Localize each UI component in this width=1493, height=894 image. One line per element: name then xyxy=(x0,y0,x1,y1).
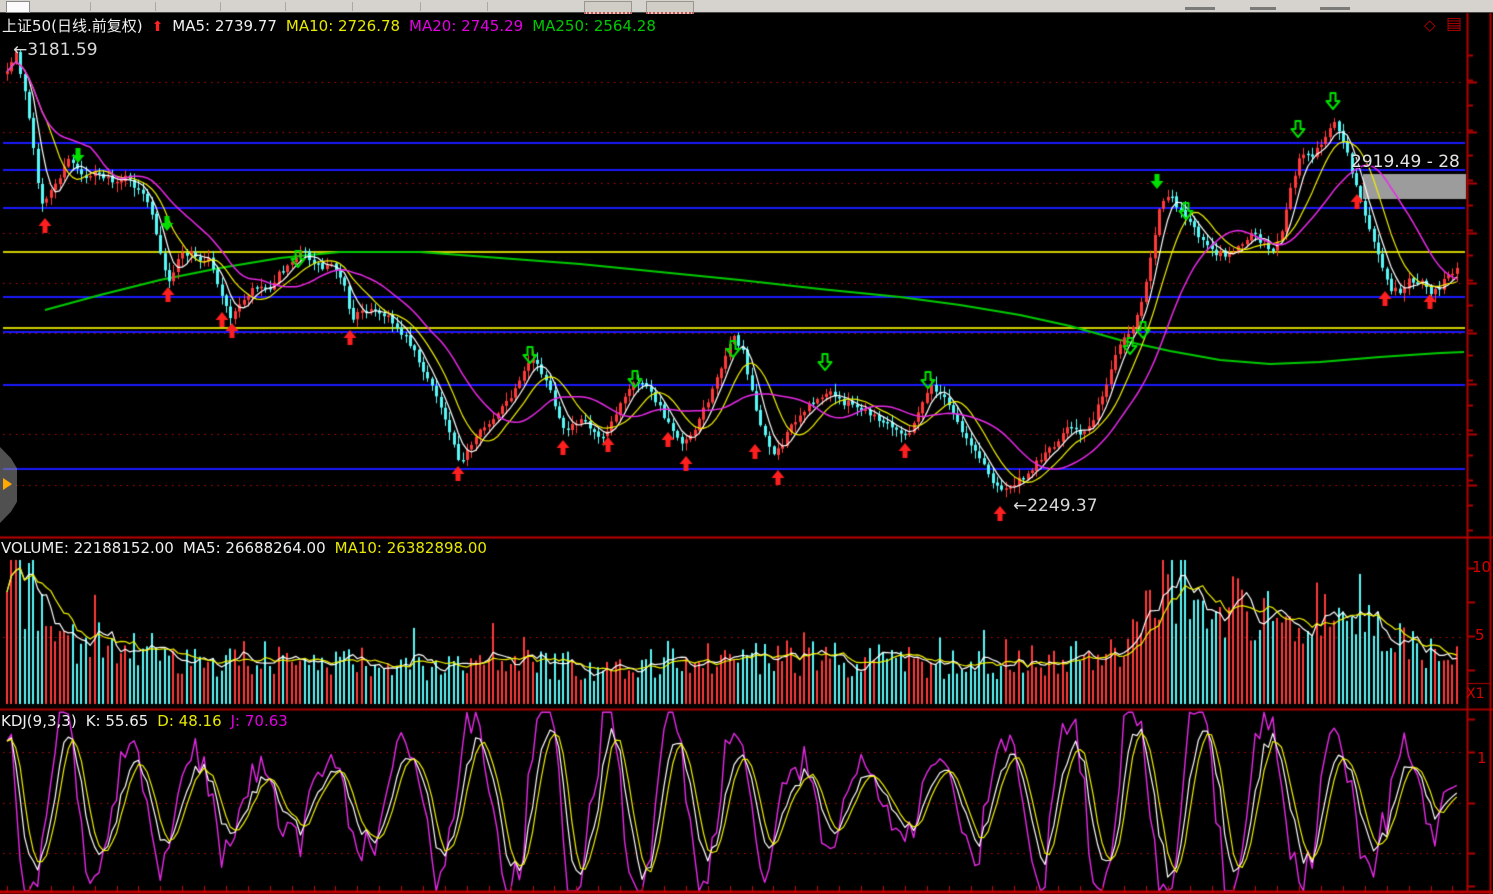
expand-arrow-icon xyxy=(3,478,12,490)
grid-layout-icon[interactable]: ▤ xyxy=(1446,14,1462,34)
kdj-j-value: J: 70.63 xyxy=(230,712,288,730)
toolbar-mark xyxy=(1185,7,1215,10)
peak-price-label: ←3181.59 xyxy=(13,40,98,60)
volume-axis-mid-label: 5 xyxy=(1475,626,1485,644)
toolbar-separator xyxy=(285,2,286,11)
ma10-value[interactable]: MA10: 2726.78 xyxy=(286,17,400,35)
chart-title: 上证50(日线.前复权) xyxy=(2,17,143,35)
volume-ma10-value[interactable]: MA10: 26382898.00 xyxy=(335,539,487,557)
kdj-d-value: D: 48.16 xyxy=(157,712,222,730)
toolbar-button-red-2[interactable] xyxy=(646,1,694,14)
volume-value[interactable]: VOLUME: 22188152.00 xyxy=(1,539,174,557)
zone-price-label: 2919.49 - 28 xyxy=(1351,152,1460,172)
trend-up-icon: ⬆ xyxy=(151,19,164,35)
toolbar-separator xyxy=(155,2,156,11)
ma5-value[interactable]: MA5: 2739.77 xyxy=(172,17,277,35)
toolbar-button-red-1[interactable] xyxy=(584,1,632,14)
volume-ma5-value[interactable]: MA5: 26688264.00 xyxy=(183,539,326,557)
tdx-window: 上证50(日线.前复权) ⬆ MA5: 2739.77 MA10: 2726.7… xyxy=(0,0,1493,894)
toolbar-separator xyxy=(352,2,353,11)
kdj-k-value: K: 55.65 xyxy=(85,712,149,730)
toolbar-separator xyxy=(420,2,421,11)
main-chart-header: 上证50(日线.前复权) ⬆ MA5: 2739.77 MA10: 2726.7… xyxy=(2,15,656,36)
toolbar-mark xyxy=(1320,7,1350,10)
kdj-label[interactable]: KDJ(9,3,3) xyxy=(1,712,77,730)
kdj-axis-label: 1 xyxy=(1477,749,1487,767)
trough-price-label: ←2249.37 xyxy=(1013,496,1098,516)
volume-axis-top-label: 10 xyxy=(1472,558,1492,576)
toolbar-separator xyxy=(220,2,221,11)
toolbar-left-box[interactable] xyxy=(6,1,30,13)
diamond-icon[interactable]: ◇ xyxy=(1424,16,1436,34)
ma250-value[interactable]: MA250: 2564.28 xyxy=(532,17,656,35)
toolbar-mark xyxy=(1250,7,1276,10)
chart-canvas[interactable] xyxy=(0,0,1493,894)
ma20-value[interactable]: MA20: 2745.29 xyxy=(409,17,523,35)
toolbar-separator xyxy=(487,2,488,11)
toolbar-strip xyxy=(0,0,1493,14)
volume-header: VOLUME: 22188152.00 MA5: 26688264.00 MA1… xyxy=(1,539,487,557)
toolbar-separator xyxy=(90,2,91,11)
volume-axis-unit-label: X1 xyxy=(1466,686,1485,702)
kdj-header: KDJ(9,3,3) K: 55.65 D: 48.16 J: 70.63 xyxy=(1,712,288,730)
